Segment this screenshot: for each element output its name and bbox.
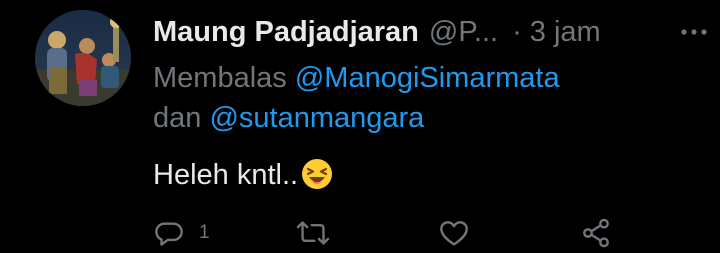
- tweet[interactable]: Maung Padjadjaran @P... · 3 jam Membalas @M…: [0, 0, 720, 253]
- share-icon[interactable]: [580, 217, 612, 249]
- tweet-text: Heleh kntl..: [153, 155, 334, 195]
- separator-dot: ·: [512, 16, 522, 48]
- like-button[interactable]: [438, 215, 470, 251]
- more-options-icon[interactable]: [679, 20, 709, 44]
- reply-count: 1: [199, 222, 210, 243]
- reply-icon[interactable]: [153, 217, 185, 249]
- heart-icon[interactable]: [438, 217, 470, 249]
- share-button[interactable]: [580, 215, 612, 251]
- retweet-icon[interactable]: [296, 217, 330, 249]
- action-bar: 1: [153, 215, 708, 251]
- timestamp[interactable]: 3 jam: [530, 16, 601, 48]
- tweet-text-content: Heleh kntl..: [153, 159, 299, 191]
- user-handle[interactable]: @P...: [429, 16, 498, 48]
- avatar-image: [35, 10, 131, 106]
- avatar[interactable]: [35, 10, 131, 106]
- replying-to: Membalas @ManogiSimarmata dan @sutanmang…: [153, 58, 708, 138]
- reply-button[interactable]: 1: [153, 215, 210, 251]
- retweet-button[interactable]: [296, 215, 330, 251]
- mention-link-2[interactable]: @sutanmangara: [209, 102, 424, 134]
- display-name[interactable]: Maung Padjadjaran: [153, 16, 419, 48]
- laughing-emoji-icon: [300, 157, 334, 191]
- mention-link-1[interactable]: @ManogiSimarmata: [295, 62, 560, 94]
- replying-to-label: Membalas: [153, 62, 287, 94]
- replying-to-conjunction: dan: [153, 102, 202, 134]
- tweet-header: Maung Padjadjaran @P... · 3 jam: [153, 12, 673, 52]
